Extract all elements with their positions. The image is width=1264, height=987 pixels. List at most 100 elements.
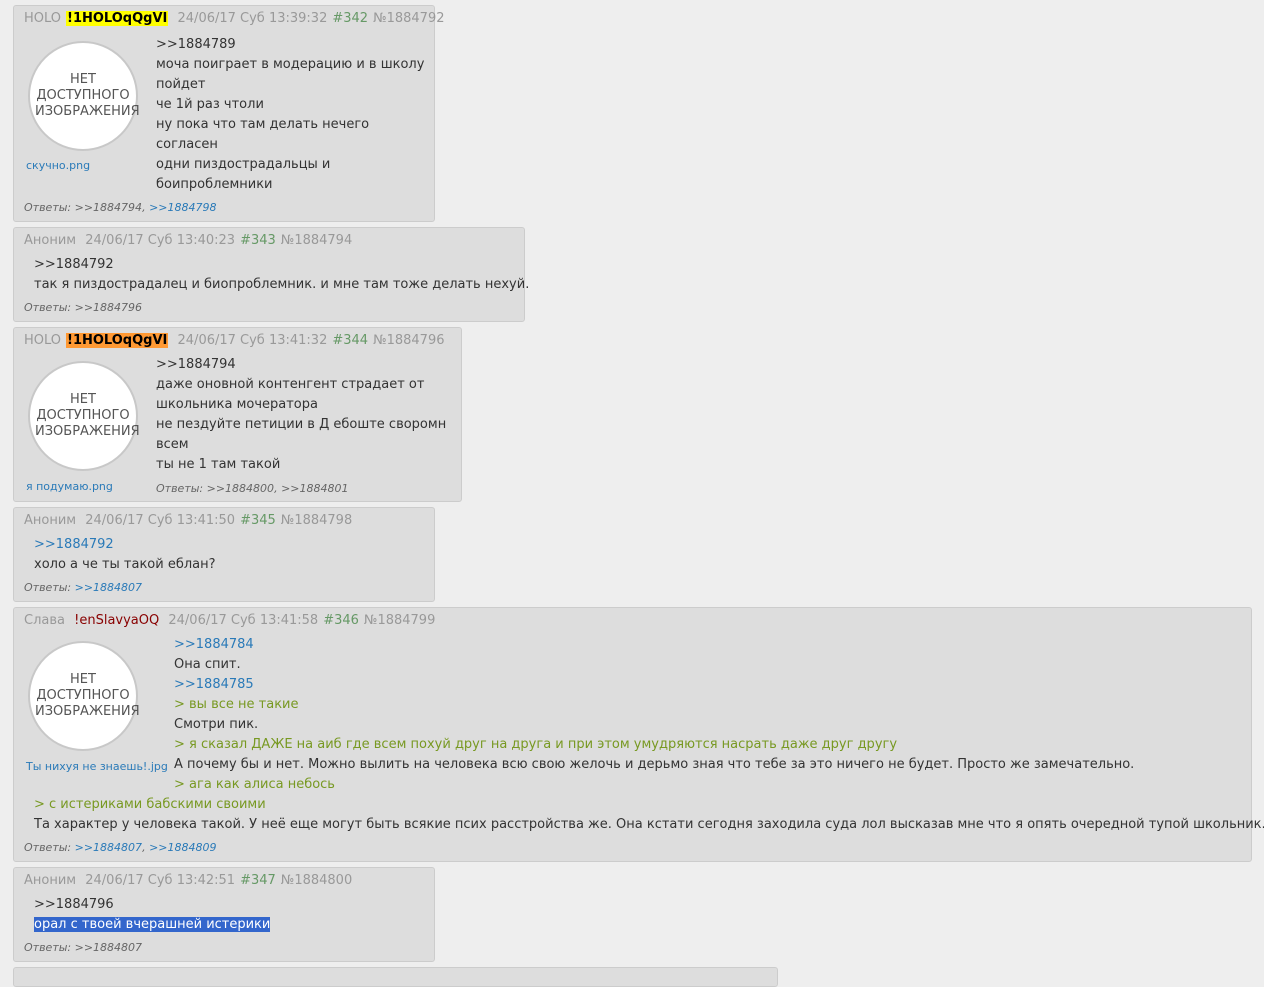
reply-backlink[interactable]: >>1884807 xyxy=(75,941,142,954)
reply-link[interactable]: >>1884794 xyxy=(156,355,446,375)
post-1884800: Аноним 24/06/17 Суб 13:42:51 #347 №1884800… xyxy=(13,867,435,962)
image-filename[interactable]: я подумаю.png xyxy=(26,480,113,493)
post-text-line: не пездуйте петиции в Д ебоште своромн xyxy=(156,417,447,432)
post-date: 24/06/17 Суб 13:41:32 xyxy=(177,333,328,348)
no-image-thumbnail[interactable]: НЕТ ДОСТУПНОГО ИЗОБРАЖЕНИЯ xyxy=(28,641,140,751)
post-id[interactable]: №1884800 xyxy=(281,873,352,888)
no-image-text: НЕТ ДОСТУПНОГО ИЗОБРАЖЕНИЯ xyxy=(35,392,140,439)
replies-list: Ответы: >>1884807 xyxy=(24,941,142,954)
replies-list: Ответы: >>1884807, >>1884809 xyxy=(24,841,217,854)
no-image-thumbnail[interactable]: НЕТ ДОСТУПНОГО ИЗОБРАЖЕНИЯ xyxy=(28,41,140,151)
post-header: Аноним 24/06/17 Суб 13:41:50 #345 №1884798 xyxy=(24,513,357,528)
post-text-line: ну пока что там делать нечего xyxy=(156,117,370,132)
post-date: 24/06/17 Суб 13:42:51 xyxy=(85,873,236,888)
post-text-line: Та характер у человека такой. У неё еще … xyxy=(34,817,1264,832)
tripcode: !enSlavyaOQ xyxy=(74,613,160,628)
post-body-continued: > с истериками бабскими своими Та характ… xyxy=(34,795,1264,835)
post-date: 24/06/17 Суб 13:41:58 xyxy=(168,613,319,628)
post-text-line: школьника мочератора xyxy=(156,397,318,412)
post-partial xyxy=(13,967,778,987)
poster-name: Слава xyxy=(24,613,65,628)
reply-link[interactable]: >>1884785 xyxy=(174,675,1134,695)
selected-text[interactable]: орал с твоей вчерашней истерики xyxy=(34,917,271,932)
tripcode: !1HOLOqQgVI xyxy=(66,11,169,26)
reply-link[interactable]: >>1884796 xyxy=(34,895,270,915)
replies-list: Ответы: >>1884800, >>1884801 xyxy=(156,482,349,495)
post-text-line: пойдет xyxy=(156,77,206,92)
post-number[interactable]: #346 xyxy=(323,613,359,628)
replies-label: Ответы: xyxy=(24,201,72,214)
post-body: >>1884794 даже оновной контенгент страда… xyxy=(156,355,446,475)
reply-link[interactable]: >>1884784 xyxy=(174,635,1134,655)
post-header: HOLO !1HOLOqQgVI 24/06/17 Суб 13:39:32 #34… xyxy=(24,11,449,26)
post-text-line: согласен xyxy=(156,137,218,152)
post-text-line: Она спит. xyxy=(174,657,241,672)
greentext-line: > ага как алиса небось xyxy=(174,777,335,792)
poster-name: HOLO xyxy=(24,333,62,348)
reply-backlink[interactable]: >>1884807 xyxy=(75,581,142,594)
post-text-line: всем xyxy=(156,437,189,452)
post-body: >>1884792 так я пиздострадалец и биопроб… xyxy=(34,255,529,295)
post-text-line: моча поиграет в модерацию и в школу xyxy=(156,57,425,72)
post-header: Слава !enSlavyaOQ 24/06/17 Суб 13:41:58 #… xyxy=(24,613,440,628)
post-text-line: даже оновной контенгент страдает от xyxy=(156,377,425,392)
post-text-line: боипроблемники xyxy=(156,177,273,192)
replies-label: Ответы: xyxy=(156,482,204,495)
post-text-line: А почему бы и нет. Можно вылить на челов… xyxy=(174,757,1135,772)
reply-backlink[interactable]: >>1884800 xyxy=(207,482,274,495)
post-id[interactable]: №1884794 xyxy=(281,233,352,248)
reply-backlink[interactable]: >>1884809 xyxy=(149,841,216,854)
post-text-line: так я пиздострадалец и биопроблемник. и … xyxy=(34,277,530,292)
reply-backlink[interactable]: >>1884796 xyxy=(75,301,142,314)
reply-backlink[interactable]: >>1884801 xyxy=(281,482,348,495)
image-filename[interactable]: скучно.png xyxy=(26,159,90,172)
replies-list: Ответы: >>1884807 xyxy=(24,581,142,594)
post-id[interactable]: №1884792 xyxy=(373,11,444,26)
post-number[interactable]: #347 xyxy=(240,873,276,888)
reply-link[interactable]: >>1884792 xyxy=(34,535,216,555)
greentext-line: > вы все не такие xyxy=(174,697,299,712)
post-text-line: Смотри пик. xyxy=(174,717,259,732)
image-filename[interactable]: Ты нихуя не знаешь!.jpg xyxy=(26,760,168,773)
reply-backlink[interactable]: >>1884798 xyxy=(149,201,216,214)
post-1884796: HOLO !1HOLOqQgVI 24/06/17 Суб 13:41:32 #34… xyxy=(13,327,462,502)
post-1884792: HOLO !1HOLOqQgVI 24/06/17 Суб 13:39:32 #34… xyxy=(13,5,444,222)
post-number[interactable]: #342 xyxy=(332,11,368,26)
post-id[interactable]: №1884796 xyxy=(373,333,444,348)
replies-label: Ответы: xyxy=(24,301,72,314)
post-date: 24/06/17 Суб 13:40:23 xyxy=(85,233,236,248)
greentext-line: > я сказал ДАЖЕ на аиб где всем похуй др… xyxy=(174,737,898,752)
post-number[interactable]: #345 xyxy=(240,513,276,528)
post-1884799: Слава !enSlavyaOQ 24/06/17 Суб 13:41:58 #… xyxy=(13,607,1264,862)
no-image-thumbnail[interactable]: НЕТ ДОСТУПНОГО ИЗОБРАЖЕНИЯ xyxy=(28,361,140,471)
replies-label: Ответы: xyxy=(24,581,72,594)
poster-name: Аноним xyxy=(24,513,77,528)
replies-label: Ответы: xyxy=(24,841,72,854)
post-id[interactable]: №1884798 xyxy=(281,513,352,528)
reply-link[interactable]: >>1884792 xyxy=(34,255,529,275)
reply-link[interactable]: >>1884789 xyxy=(156,35,424,55)
poster-name: Аноним xyxy=(24,873,77,888)
no-image-text: НЕТ ДОСТУПНОГО ИЗОБРАЖЕНИЯ xyxy=(35,672,140,719)
post-body: >>1884792 холо а че ты такой еблан? xyxy=(34,535,216,575)
reply-backlink[interactable]: >>1884807 xyxy=(75,841,142,854)
replies-list: Ответы: >>1884794, >>1884798 xyxy=(24,201,217,214)
post-1884794: Аноним 24/06/17 Суб 13:40:23 #343 №1884794… xyxy=(13,227,529,322)
post-1884798: Аноним 24/06/17 Суб 13:41:50 #345 №1884798… xyxy=(13,507,435,602)
post-number[interactable]: #343 xyxy=(240,233,276,248)
poster-name: HOLO xyxy=(24,11,62,26)
post-date: 24/06/17 Суб 13:39:32 xyxy=(177,11,328,26)
replies-label: Ответы: xyxy=(24,941,72,954)
no-image-text: НЕТ ДОСТУПНОГО ИЗОБРАЖЕНИЯ xyxy=(35,72,140,119)
replies-list: Ответы: >>1884796 xyxy=(24,301,142,314)
post-header: Аноним 24/06/17 Суб 13:40:23 #343 №1884794 xyxy=(24,233,357,248)
greentext-line: > с истериками бабскими своими xyxy=(34,797,266,812)
post-text-line: холо а че ты такой еблан? xyxy=(34,557,216,572)
post-number[interactable]: #344 xyxy=(332,333,368,348)
post-body: >>1884796 орал с твоей вчерашней истерик… xyxy=(34,895,271,935)
post-id[interactable]: №1884799 xyxy=(364,613,435,628)
reply-backlink[interactable]: >>1884794 xyxy=(75,201,142,214)
post-body: >>1884784 Она спит. >>1884785 > вы все н… xyxy=(174,635,1134,795)
post-header: HOLO !1HOLOqQgVI 24/06/17 Суб 13:41:32 #34… xyxy=(24,333,449,348)
post-body: >>1884789 моча поиграет в модерацию и в … xyxy=(156,35,424,195)
